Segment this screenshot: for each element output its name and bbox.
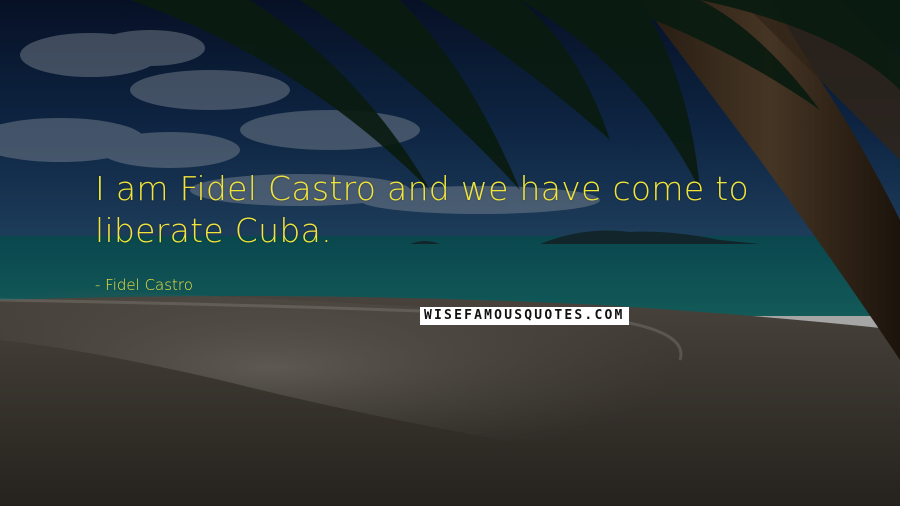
watermark-logo: WISEFAMOUSQUOTES.COM xyxy=(420,307,629,325)
quote-text: I am Fidel Castro and we have come to li… xyxy=(95,169,749,250)
quote-image: I am Fidel Castro and we have come to li… xyxy=(0,0,900,506)
quote-author: - Fidel Castro xyxy=(95,276,193,294)
beach-background xyxy=(0,0,900,506)
watermark-text: WISEFAMOUSQUOTES.COM xyxy=(424,308,625,323)
